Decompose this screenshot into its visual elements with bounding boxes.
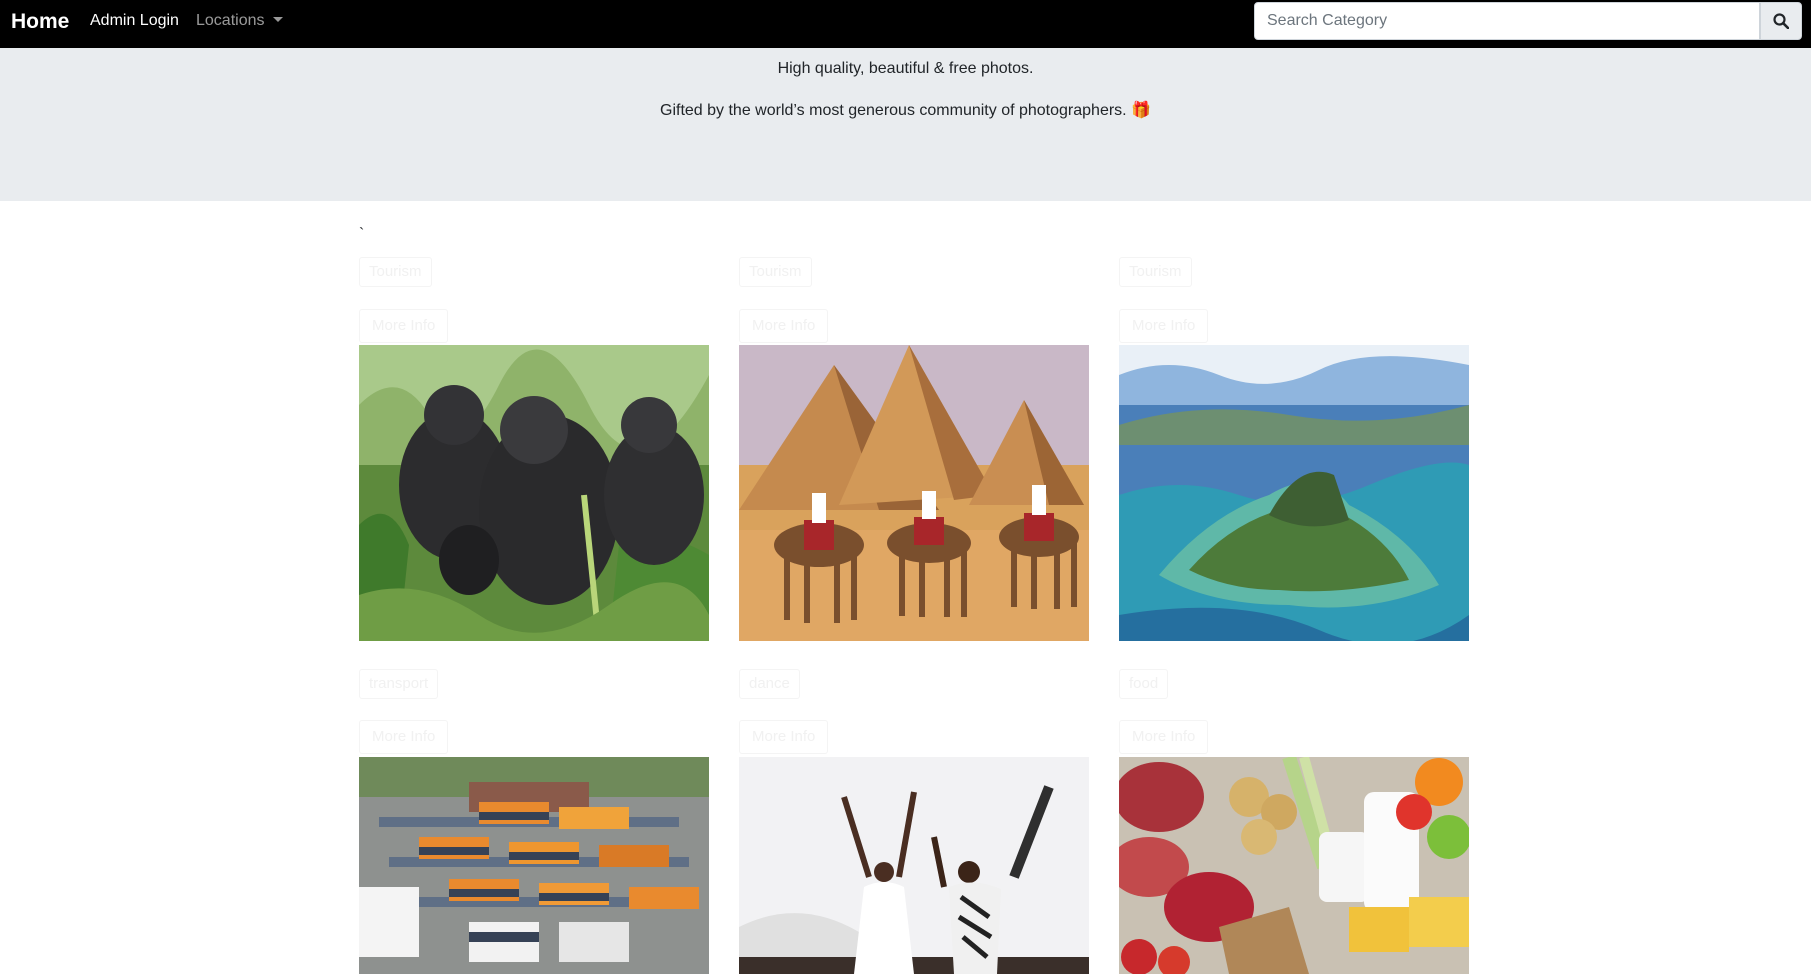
category-button[interactable]: Tourism <box>739 257 812 287</box>
stray-text: ` <box>359 226 365 243</box>
search-icon <box>1773 13 1789 29</box>
more-info-button[interactable]: More Info <box>359 309 449 343</box>
more-info-button[interactable]: More Info <box>739 309 829 343</box>
category-button[interactable]: Tourism <box>1119 257 1192 287</box>
category-button[interactable]: dance <box>739 669 800 699</box>
more-info-button[interactable]: More Info <box>1119 720 1209 754</box>
more-info-button[interactable]: More Info <box>1119 309 1209 343</box>
photo-food-assortment[interactable] <box>1119 757 1469 974</box>
hero-subtitle: Gifted by the world’s most generous comm… <box>660 102 1151 119</box>
category-button[interactable]: food <box>1119 669 1169 699</box>
locations-dropdown[interactable]: Locations <box>196 12 283 30</box>
hero-banner: High quality, beautiful & free photos. G… <box>0 48 1811 201</box>
search-button[interactable] <box>1760 2 1802 40</box>
more-info-button[interactable]: More Info <box>359 720 449 754</box>
locations-label: Locations <box>196 12 265 29</box>
photo-island-aerial[interactable] <box>1119 345 1469 641</box>
hero-tagline: High quality, beautiful & free photos. <box>777 60 1034 77</box>
category-button[interactable]: transport <box>359 669 439 699</box>
category-button[interactable]: Tourism <box>359 257 432 287</box>
photo-pyramids-camels[interactable] <box>739 345 1089 641</box>
photo-gorillas[interactable] <box>359 345 709 641</box>
search-input[interactable] <box>1254 2 1760 40</box>
navbar: Home Admin Login Locations <box>0 0 1811 48</box>
photo-dancers[interactable] <box>739 757 1089 974</box>
admin-login-link[interactable]: Admin Login <box>90 12 179 30</box>
brand-home-link[interactable]: Home <box>11 10 69 34</box>
chevron-down-icon <box>272 17 283 22</box>
more-info-button[interactable]: More Info <box>739 720 829 754</box>
photo-bus-station[interactable] <box>359 757 709 974</box>
